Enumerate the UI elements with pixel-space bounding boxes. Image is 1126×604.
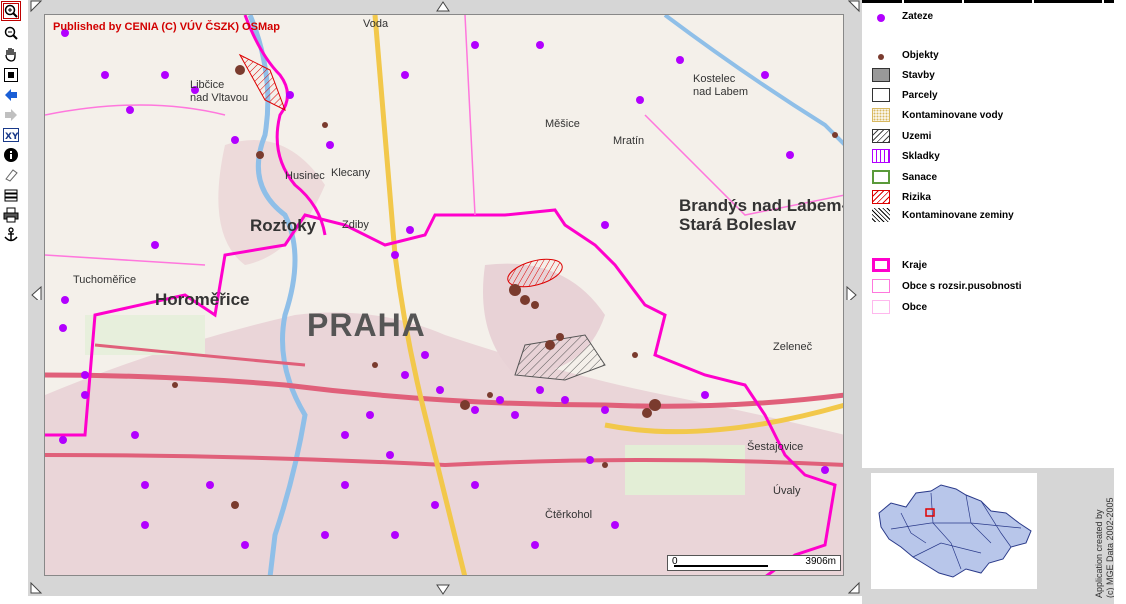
legend-label: Skladky — [902, 150, 940, 162]
full-extent-icon[interactable] — [2, 66, 20, 84]
pink-box-icon — [872, 279, 890, 293]
back-arrow-icon[interactable] — [2, 86, 20, 104]
legend-item-kontaminovane-vody[interactable]: Kontaminovane vody — [872, 107, 1003, 123]
dotted-box-icon — [872, 108, 890, 122]
place-label: Husinec — [285, 170, 325, 182]
legend-item-zateze[interactable]: Zateze — [872, 8, 933, 24]
place-label: Libčice — [190, 79, 225, 91]
white-box-icon — [872, 88, 890, 102]
zoom-out-icon[interactable] — [2, 24, 20, 42]
place-label: Klecany — [331, 167, 371, 179]
legend-item-sanace[interactable]: Sanace — [872, 169, 937, 185]
map-toolbar: XY — [0, 0, 22, 604]
czech-overview-icon — [878, 484, 1032, 578]
place-label: Brandýs nad Labem- — [679, 196, 844, 215]
xy-coordinates-icon[interactable]: XY — [2, 126, 20, 144]
legend-panel: Zateze Objekty Stavby Parcely Kontaminov… — [862, 0, 1114, 468]
legend-item-parcely[interactable]: Parcely — [872, 87, 938, 103]
place-label-praha: PRAHA — [307, 307, 426, 343]
legend-label: Objekty — [902, 49, 939, 61]
select-layers-icon[interactable] — [2, 186, 20, 204]
scale-line — [674, 565, 768, 567]
pan-south-arrow[interactable] — [436, 584, 450, 598]
place-label: nad Labem — [693, 86, 749, 98]
legend-item-stavby[interactable]: Stavby — [872, 67, 935, 83]
scale-distance: 3906m — [805, 556, 836, 567]
right-scroll-strip — [1114, 0, 1126, 604]
legend-label: Kontaminovane zeminy — [902, 209, 1014, 221]
zoom-in-icon[interactable] — [1, 1, 21, 21]
legend-item-obce[interactable]: Obce — [872, 299, 927, 315]
legend-item-skladky[interactable]: Skladky — [872, 148, 940, 164]
pan-east-arrow[interactable] — [846, 286, 860, 300]
legend-label: Obce s rozsir.pusobnosti — [902, 280, 1022, 292]
pan-southeast-arrow[interactable] — [848, 582, 862, 596]
legend-label: Rizika — [902, 191, 931, 203]
overview-map[interactable] — [871, 473, 1037, 589]
place-label: Zeleneč — [773, 341, 813, 353]
legend-label: Sanace — [902, 171, 938, 183]
legend-item-uzemi[interactable]: Uzemi — [872, 128, 931, 144]
place-label: Mratín — [613, 135, 645, 147]
info-icon[interactable] — [2, 146, 20, 164]
credits-text: Application created by (c) MGE Data 2002… — [1094, 497, 1116, 598]
legend-item-kontaminovane-zeminy[interactable]: Kontaminovane zeminy — [872, 207, 1014, 223]
magenta-thick-box-icon — [872, 258, 890, 272]
map-view[interactable]: Published by CENIA (C) VÚV ČSZK) OSMap V… — [44, 14, 844, 576]
place-label: Šestajovice — [747, 441, 804, 453]
svg-text:XY: XY — [5, 132, 19, 142]
pan-northwest-arrow[interactable] — [30, 0, 44, 14]
credits-line-1: Application created by — [1094, 509, 1104, 598]
scale-bar: 0 3906m — [667, 555, 841, 571]
anchor-icon[interactable] — [2, 226, 20, 244]
place-label: Roztoky — [250, 216, 317, 235]
legend-label: Zateze — [902, 10, 934, 22]
legend-label: Stavby — [902, 69, 935, 81]
legend-item-rizika[interactable]: Rizika — [872, 189, 931, 205]
place-label: Kostelec — [693, 73, 736, 85]
place-label: Voda — [363, 18, 389, 30]
red-hatch-box-icon — [872, 190, 890, 204]
pan-north-arrow[interactable] — [436, 0, 450, 14]
legend-item-objekty[interactable]: Objekty — [872, 47, 939, 63]
purple-lines-box-icon — [872, 149, 890, 163]
place-label: nad Vltavou — [190, 92, 249, 104]
legend-label: Kontaminovane vody — [902, 109, 1004, 121]
pan-southwest-arrow[interactable] — [30, 582, 44, 596]
legend-label: Uzemi — [902, 130, 932, 142]
print-icon[interactable] — [2, 206, 20, 224]
legend-label: Parcely — [902, 89, 938, 101]
place-label: Čtěrkohol — [545, 509, 593, 521]
place-label: Horoměřice — [155, 290, 250, 309]
forward-arrow-icon[interactable] — [2, 106, 20, 124]
legend-item-obce-s-rozsir[interactable]: Obce s rozsir.pusobnosti — [872, 278, 1021, 294]
pan-hand-icon[interactable] — [2, 45, 20, 63]
place-label: Zdiby — [342, 219, 369, 231]
eraser-icon[interactable] — [2, 166, 20, 184]
black-hatch-box-icon — [872, 208, 890, 222]
purple-dot-icon — [872, 9, 890, 23]
pan-northeast-arrow[interactable] — [848, 0, 862, 14]
legend-item-kraje[interactable]: Kraje — [872, 257, 927, 273]
hatched-box-icon — [872, 129, 890, 143]
brown-dot-icon — [872, 48, 890, 62]
place-label: Úvaly — [773, 485, 801, 497]
place-label: Tuchoměřice — [73, 274, 137, 286]
legend-label: Kraje — [902, 259, 928, 271]
legend-top-border — [862, 0, 1114, 3]
grey-box-icon — [872, 68, 890, 82]
green-box-icon — [872, 170, 890, 184]
place-label: Stará Boleslav — [679, 215, 797, 234]
legend-label: Obce — [902, 301, 928, 313]
place-label: Měšice — [545, 118, 580, 130]
light-pink-box-icon — [872, 300, 890, 314]
pan-west-arrow[interactable] — [30, 286, 44, 300]
map-copyright: Published by CENIA (C) VÚV ČSZK) OSMap — [53, 21, 280, 33]
